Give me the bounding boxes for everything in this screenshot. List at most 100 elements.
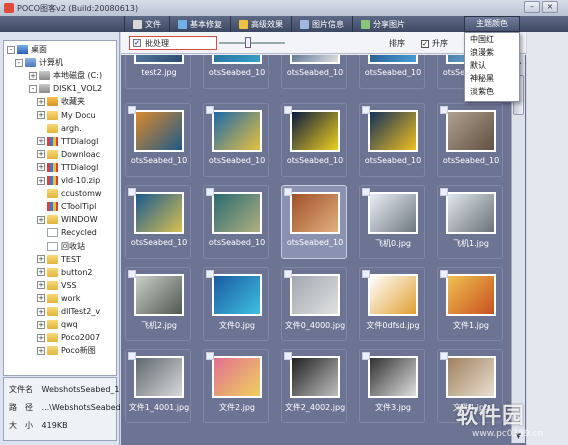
thumbnail-image[interactable]: [446, 110, 496, 152]
grid-scrollbar[interactable]: ▲ ▼: [511, 55, 525, 443]
thumbnail-checkbox[interactable]: [206, 106, 214, 114]
thumbnail-image[interactable]: [212, 110, 262, 152]
tree-item[interactable]: + My Docu: [37, 109, 96, 122]
thumbnail-image[interactable]: [368, 274, 418, 316]
thumbnail-image[interactable]: [290, 192, 340, 234]
tree-expander-icon[interactable]: +: [37, 281, 45, 290]
tree-expander-icon[interactable]: +: [37, 97, 45, 106]
tree-expander-icon[interactable]: +: [37, 346, 45, 355]
close-button[interactable]: ×: [542, 1, 558, 13]
tree-item[interactable]: + TEST: [37, 253, 81, 266]
thumbnail-tile[interactable]: otsSeabed_10: [437, 103, 503, 177]
thumbnail-image[interactable]: [212, 55, 262, 64]
thumbnail-image[interactable]: [368, 356, 418, 398]
theme-option[interactable]: 中国红: [465, 33, 519, 46]
slider-thumb[interactable]: [245, 37, 251, 48]
thumbnail-checkbox[interactable]: [284, 188, 292, 196]
thumbnail-image[interactable]: [212, 356, 262, 398]
thumbnail-tile[interactable]: otsSeabed_10: [125, 185, 191, 259]
thumbnail-checkbox[interactable]: [128, 270, 136, 278]
tree-expander-icon[interactable]: +: [37, 255, 45, 264]
advanced-effects-button[interactable]: 高级效果: [230, 16, 291, 32]
ascending-toggle[interactable]: ✓ 升序: [421, 38, 448, 49]
thumbnail-checkbox[interactable]: [128, 188, 136, 196]
thumbnail-image[interactable]: [290, 55, 340, 64]
tree-expander-icon[interactable]: +: [29, 71, 37, 80]
tree-expander-icon[interactable]: +: [37, 333, 45, 342]
thumbnail-tile[interactable]: 飞机0.jpg: [359, 185, 425, 259]
tree-expander-icon[interactable]: +: [37, 176, 45, 185]
tree-item[interactable]: 回收站: [37, 240, 85, 253]
tree-item[interactable]: + work: [37, 292, 80, 305]
ascending-checkbox[interactable]: ✓: [421, 39, 429, 48]
basic-repair-button[interactable]: 基本修复: [169, 16, 230, 32]
tree-item[interactable]: + button2: [37, 266, 92, 279]
tree-item[interactable]: + qwq: [37, 318, 78, 331]
file-menu-button[interactable]: 文件: [124, 16, 169, 32]
tree-item[interactable]: ccustomw: [37, 187, 101, 200]
minimize-button[interactable]: –: [524, 1, 540, 13]
tree-expander-icon[interactable]: +: [37, 215, 45, 224]
image-info-button[interactable]: 图片信息: [291, 16, 352, 32]
thumbnail-checkbox[interactable]: [284, 106, 292, 114]
folder-tree[interactable]: - 桌面 - 计算机 + 本地磁盘 (C:) - DISK1_VOL2 + 收藏夹 + My Docu…: [3, 40, 117, 376]
thumbnail-tile[interactable]: otsSeabed_10: [359, 103, 425, 177]
thumbnail-tile[interactable]: 文件2.jpg: [203, 349, 269, 423]
thumbnail-checkbox[interactable]: [128, 352, 136, 360]
thumbnail-image[interactable]: [368, 192, 418, 234]
batch-checkbox[interactable]: ✓: [133, 39, 141, 47]
thumbnail-image[interactable]: [212, 274, 262, 316]
thumbnail-checkbox[interactable]: [206, 352, 214, 360]
tree-item[interactable]: + vld-10.zip: [37, 174, 100, 187]
thumbnail-tile[interactable]: 文件0_4000.jpg: [281, 267, 347, 341]
thumbnail-checkbox[interactable]: [440, 270, 448, 278]
theme-option[interactable]: 淡紫色: [465, 85, 519, 98]
thumbnail-checkbox[interactable]: [362, 106, 370, 114]
thumbnail-image[interactable]: [368, 55, 418, 64]
tree-expander-icon[interactable]: +: [37, 111, 45, 119]
thumbnail-checkbox[interactable]: [440, 352, 448, 360]
tree-item[interactable]: + 本地磁盘 (C:): [29, 69, 102, 82]
tree-expander-icon[interactable]: -: [29, 84, 37, 93]
thumbnail-tile[interactable]: 飞机2.jpg: [125, 267, 191, 341]
tree-item[interactable]: + TTDialogl: [37, 135, 98, 148]
thumbnail-checkbox[interactable]: [206, 270, 214, 278]
tree-item[interactable]: - 计算机: [15, 56, 63, 69]
thumbnail-tile[interactable]: otsSeabed_10: [281, 55, 347, 89]
tree-item[interactable]: + TTDialogl: [37, 161, 98, 174]
tree-expander-icon[interactable]: +: [37, 268, 45, 277]
tree-item[interactable]: + Poco新图: [37, 344, 96, 357]
share-image-button[interactable]: 分享图片: [352, 16, 413, 32]
thumbnail-image[interactable]: [446, 192, 496, 234]
thumbnail-image[interactable]: [446, 274, 496, 316]
theme-color-button[interactable]: 主题颜色: [464, 16, 520, 32]
thumbnail-checkbox[interactable]: [284, 270, 292, 278]
thumbnail-image[interactable]: [134, 110, 184, 152]
tree-item[interactable]: + VSS: [37, 279, 77, 292]
thumbnail-tile[interactable]: otsSeabed_10: [359, 55, 425, 89]
thumbnail-image[interactable]: [368, 110, 418, 152]
tree-item[interactable]: - DISK1_VOL2: [29, 82, 102, 95]
thumbnail-image[interactable]: [134, 55, 184, 64]
theme-option[interactable]: 默认: [465, 59, 519, 72]
thumbnail-image[interactable]: [446, 356, 496, 398]
batch-process-toggle[interactable]: ✓ 批处理: [129, 36, 217, 50]
thumbnail-size-slider[interactable]: [219, 42, 285, 44]
thumbnail-tile[interactable]: otsSeabed_10: [281, 103, 347, 177]
thumbnail-tile[interactable]: 文件3.jpg: [359, 349, 425, 423]
thumbnail-checkbox[interactable]: [440, 188, 448, 196]
thumbnail-image[interactable]: [290, 356, 340, 398]
thumbnail-image[interactable]: [290, 110, 340, 152]
tree-item[interactable]: Recycled: [37, 226, 97, 239]
thumbnail-tile[interactable]: otsSeabed_10: [125, 103, 191, 177]
thumbnail-checkbox[interactable]: [362, 352, 370, 360]
thumbnail-image[interactable]: [212, 192, 262, 234]
thumbnail-checkbox[interactable]: [206, 188, 214, 196]
tree-expander-icon[interactable]: +: [37, 307, 45, 316]
tree-expander-icon[interactable]: +: [37, 150, 45, 159]
tree-expander-icon[interactable]: +: [37, 294, 45, 303]
theme-option[interactable]: 神秘黑: [465, 72, 519, 85]
tree-expander-icon[interactable]: +: [37, 137, 45, 146]
thumbnail-tile[interactable]: 文件1_4001.jpg: [125, 349, 191, 423]
sort-button[interactable]: 排序: [389, 38, 405, 49]
